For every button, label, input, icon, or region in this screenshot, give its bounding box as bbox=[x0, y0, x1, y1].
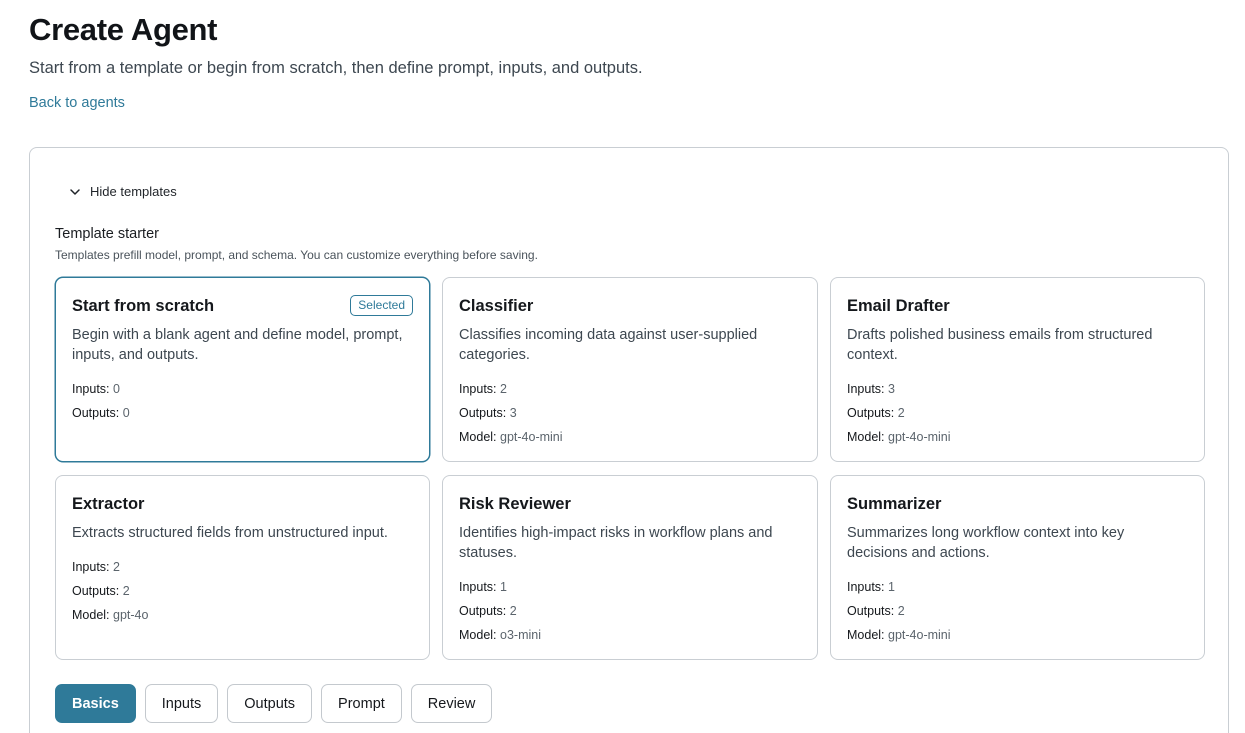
template-outputs-count: Outputs: 2 bbox=[847, 406, 905, 420]
template-model: Model: gpt-4o-mini bbox=[459, 430, 563, 444]
template-card-grid: Start from scratch Selected Begin with a… bbox=[55, 277, 1205, 660]
template-card-risk-reviewer[interactable]: Risk Reviewer Identifies high-impact ris… bbox=[442, 475, 818, 660]
template-card-description: Begin with a blank agent and define mode… bbox=[72, 327, 403, 363]
template-inputs-count: Inputs: 0 bbox=[72, 382, 120, 396]
template-outputs-count: Outputs: 2 bbox=[72, 584, 130, 598]
template-outputs-count: Outputs: 3 bbox=[459, 406, 517, 420]
template-inputs-count: Inputs: 1 bbox=[847, 580, 895, 594]
template-card-name: Email Drafter bbox=[847, 297, 950, 315]
template-card-description: Extracts structured fields from unstruct… bbox=[72, 525, 388, 541]
hide-templates-label: Hide templates bbox=[90, 184, 177, 199]
template-outputs-count: Outputs: 2 bbox=[459, 604, 517, 618]
template-card-description: Classifies incoming data against user-su… bbox=[459, 327, 758, 363]
template-starter-title: Template starter bbox=[55, 226, 159, 242]
selected-badge: Selected bbox=[350, 295, 413, 316]
page-subtitle: Start from a template or begin from scra… bbox=[29, 59, 643, 77]
template-model: Model: o3-mini bbox=[459, 628, 542, 642]
template-card-name: Summarizer bbox=[847, 495, 942, 513]
template-inputs-count: Inputs: 2 bbox=[72, 560, 120, 574]
template-card-email-drafter[interactable]: Email Drafter Drafts polished business e… bbox=[830, 277, 1205, 462]
template-card-description: Drafts polished business emails from str… bbox=[847, 327, 1153, 363]
template-card-summarizer[interactable]: Summarizer Summarizes long workflow cont… bbox=[830, 475, 1205, 660]
tab-prompt[interactable]: Prompt bbox=[321, 684, 402, 723]
template-model: Model: gpt-4o bbox=[72, 608, 149, 622]
tab-outputs[interactable]: Outputs bbox=[227, 684, 313, 723]
template-card-description: Summarizes long workflow context into ke… bbox=[847, 525, 1125, 561]
template-inputs-count: Inputs: 1 bbox=[459, 580, 507, 594]
template-starter-description: Templates prefill model, prompt, and sch… bbox=[55, 248, 538, 262]
back-to-agents-link[interactable]: Back to agents bbox=[29, 95, 125, 111]
template-inputs-count: Inputs: 3 bbox=[847, 382, 895, 396]
tab-review[interactable]: Review bbox=[410, 684, 493, 723]
tab-basics[interactable]: Basics bbox=[55, 684, 136, 723]
template-card-classifier[interactable]: Classifier Classifies incoming data agai… bbox=[442, 277, 818, 462]
template-card-name: Classifier bbox=[459, 297, 534, 315]
template-card-start-from-scratch[interactable]: Start from scratch Selected Begin with a… bbox=[55, 277, 430, 462]
template-panel: Hide templates Template starter Template… bbox=[29, 147, 1229, 733]
step-tabs: Basics Inputs Outputs Prompt Review bbox=[55, 684, 493, 723]
hide-templates-toggle[interactable]: Hide templates bbox=[69, 184, 177, 199]
template-card-description: Identifies high-impact risks in workflow… bbox=[459, 525, 773, 561]
template-card-name: Risk Reviewer bbox=[459, 495, 571, 513]
tab-inputs[interactable]: Inputs bbox=[144, 684, 219, 723]
template-card-name: Extractor bbox=[72, 495, 145, 513]
template-model: Model: gpt-4o-mini bbox=[847, 628, 951, 642]
template-card-extractor[interactable]: Extractor Extracts structured fields fro… bbox=[55, 475, 430, 660]
chevron-down-icon bbox=[70, 188, 80, 195]
template-outputs-count: Outputs: 0 bbox=[72, 406, 130, 420]
template-inputs-count: Inputs: 2 bbox=[459, 382, 507, 396]
page-title: Create Agent bbox=[29, 12, 218, 47]
template-model: Model: gpt-4o-mini bbox=[847, 430, 951, 444]
template-outputs-count: Outputs: 2 bbox=[847, 604, 905, 618]
